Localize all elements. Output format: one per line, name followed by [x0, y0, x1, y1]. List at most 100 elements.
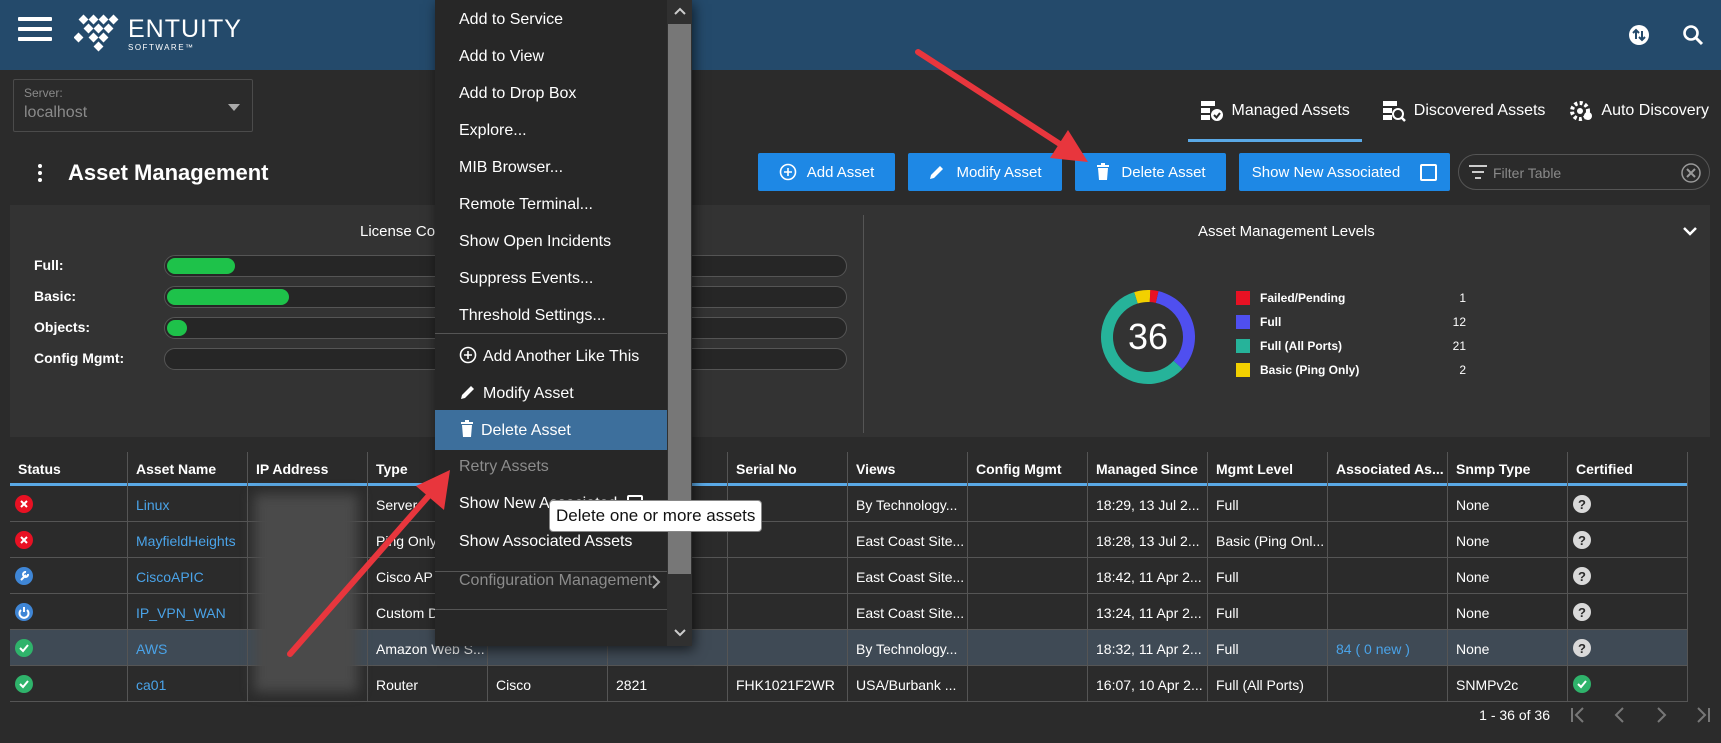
name-cell[interactable]: AWS: [128, 630, 248, 666]
next-page-icon[interactable]: [1651, 703, 1671, 727]
legend-name: Basic (Ping Only): [1260, 363, 1360, 377]
legend-name: Full (All Ports): [1260, 339, 1342, 353]
previous-page-icon[interactable]: [1610, 703, 1630, 727]
search-icon[interactable]: [1680, 22, 1706, 48]
modify-asset-label: Modify Asset: [956, 163, 1042, 181]
menu-item-label: Retry Assets: [459, 458, 549, 475]
menu-item[interactable]: Add Another Like This: [435, 336, 667, 376]
tab-managed-assets[interactable]: Managed Assets: [1187, 80, 1363, 142]
more-vert-icon[interactable]: [38, 164, 44, 182]
column-header[interactable]: Certified: [1568, 452, 1688, 486]
menu-item-label: Delete Asset: [481, 422, 571, 439]
pagination-info: 1 - 36 of 36: [1479, 707, 1550, 723]
menu-item[interactable]: Retry Assets: [435, 448, 667, 488]
menu-item-label: Remote Terminal...: [459, 196, 593, 213]
column-header[interactable]: Snmp Type: [1448, 452, 1568, 486]
server-select[interactable]: Server: localhost: [13, 79, 253, 132]
column-header[interactable]: Associated As...: [1328, 452, 1448, 486]
certified-cell: ?: [1568, 486, 1688, 522]
menu-item[interactable]: MIB Browser...: [435, 149, 667, 189]
column-header[interactable]: Managed Since: [1088, 452, 1208, 486]
menu-item[interactable]: Add to View: [435, 38, 667, 78]
menu-item[interactable]: Modify Asset: [435, 373, 667, 413]
menu-item-label: Show Associated Assets: [459, 533, 633, 550]
sync-icon[interactable]: [1626, 22, 1652, 48]
license-fill: [167, 320, 188, 336]
assoc-cell[interactable]: [1328, 522, 1448, 558]
tab-auto-discovery[interactable]: Auto Discovery: [1557, 80, 1721, 142]
column-header[interactable]: IP Address: [248, 452, 368, 486]
snmp-cell: None: [1448, 558, 1568, 594]
column-header[interactable]: Serial No: [728, 452, 848, 486]
tab-label: Discovered Assets: [1413, 102, 1546, 119]
menu-scrollbar-thumb[interactable]: [668, 24, 691, 574]
certified-cell: ?: [1568, 594, 1688, 630]
column-header[interactable]: Config Mgmt: [968, 452, 1088, 486]
menu-item[interactable]: Suppress Events...: [435, 260, 667, 300]
column-header[interactable]: Views: [848, 452, 968, 486]
legend-value: 12: [1452, 315, 1466, 329]
assoc-cell[interactable]: 84 ( 0 new ): [1328, 630, 1448, 666]
trash-icon: [461, 420, 473, 437]
level-cell: Full: [1208, 630, 1328, 666]
menu-item[interactable]: Threshold Settings...: [435, 297, 667, 337]
scroll-up-icon[interactable]: [673, 6, 687, 16]
menu-item[interactable]: Delete Asset: [435, 410, 667, 450]
help-icon: ?: [1573, 567, 1591, 585]
legend-swatch: [1236, 363, 1250, 377]
svg-text:?: ?: [1578, 533, 1586, 548]
pencil-icon: [461, 386, 474, 399]
assoc-cell[interactable]: [1328, 558, 1448, 594]
menu-item[interactable]: Add to Service: [435, 1, 667, 41]
levels-title: Asset Management Levels: [1198, 223, 1375, 240]
chevron-down-icon[interactable]: [1682, 225, 1698, 237]
logo: ENTUITY SOFTWARE™: [74, 14, 242, 54]
column-header[interactable]: Mgmt Level: [1208, 452, 1328, 486]
ok-status-icon: [15, 639, 33, 657]
menu-item-label: Suppress Events...: [459, 270, 594, 287]
column-header[interactable]: Asset Name: [128, 452, 248, 486]
tab-discovered-assets[interactable]: Discovered Assets: [1370, 80, 1558, 142]
help-icon: ?: [1573, 495, 1591, 513]
svg-text:?: ?: [1578, 641, 1586, 656]
logo-name: ENTUITY: [128, 15, 242, 43]
filter-input[interactable]: [1493, 163, 1673, 183]
show-new-associated-label: Show New Associated: [1251, 163, 1401, 181]
last-page-icon[interactable]: [1693, 703, 1713, 727]
menu-item-label: Add to Service: [459, 11, 564, 28]
assoc-cell[interactable]: [1328, 594, 1448, 630]
tooltip: Delete one or more assets: [549, 500, 762, 532]
config-cell: [968, 522, 1088, 558]
name-cell[interactable]: CiscoAPIC: [128, 558, 248, 594]
license-label: Objects:: [34, 319, 91, 335]
menu-item[interactable]: Add to Drop Box: [435, 75, 667, 115]
top-bar: ENTUITY SOFTWARE™: [0, 0, 1721, 70]
add-asset-button[interactable]: Add Asset: [758, 153, 895, 191]
menu-item[interactable]: Remote Terminal...: [435, 186, 667, 226]
show-new-associated-checkbox[interactable]: [1420, 163, 1438, 181]
name-cell[interactable]: MayfieldHeights: [128, 522, 248, 558]
snmp-cell: None: [1448, 522, 1568, 558]
name-cell[interactable]: IP_VPN_WAN: [128, 594, 248, 630]
pencil-icon: [930, 166, 944, 179]
modify-asset-button[interactable]: Modify Asset: [908, 153, 1062, 191]
menu-divider: [435, 333, 667, 334]
snmp-cell: None: [1448, 630, 1568, 666]
menu-item[interactable]: Explore...: [435, 112, 667, 152]
name-cell[interactable]: Linux: [128, 486, 248, 522]
context-menu: Add to Service Add to View Add to Drop Box…: [435, 0, 692, 646]
delete-asset-button[interactable]: Delete Asset: [1075, 153, 1226, 191]
snmp-cell: None: [1448, 486, 1568, 522]
show-new-associated-toggle[interactable]: Show New Associated: [1239, 153, 1450, 191]
hamburger-menu-icon[interactable]: [18, 17, 52, 43]
first-page-icon[interactable]: [1568, 703, 1588, 727]
menu-item-label: MIB Browser...: [459, 159, 564, 176]
scroll-down-icon[interactable]: [673, 628, 687, 638]
summary-panel: License Co Full: Basic: Objects: Config …: [10, 205, 1710, 437]
assoc-cell[interactable]: [1328, 486, 1448, 522]
menu-item[interactable]: Show Open Incidents: [435, 223, 667, 263]
clear-icon[interactable]: [1681, 163, 1701, 183]
levels-legend: Failed/Pending 1 Full 12 Full (All Ports) 2…: [1236, 289, 1466, 385]
column-header[interactable]: Status: [10, 452, 128, 486]
menu-item[interactable]: Configuration Management: [435, 562, 667, 602]
